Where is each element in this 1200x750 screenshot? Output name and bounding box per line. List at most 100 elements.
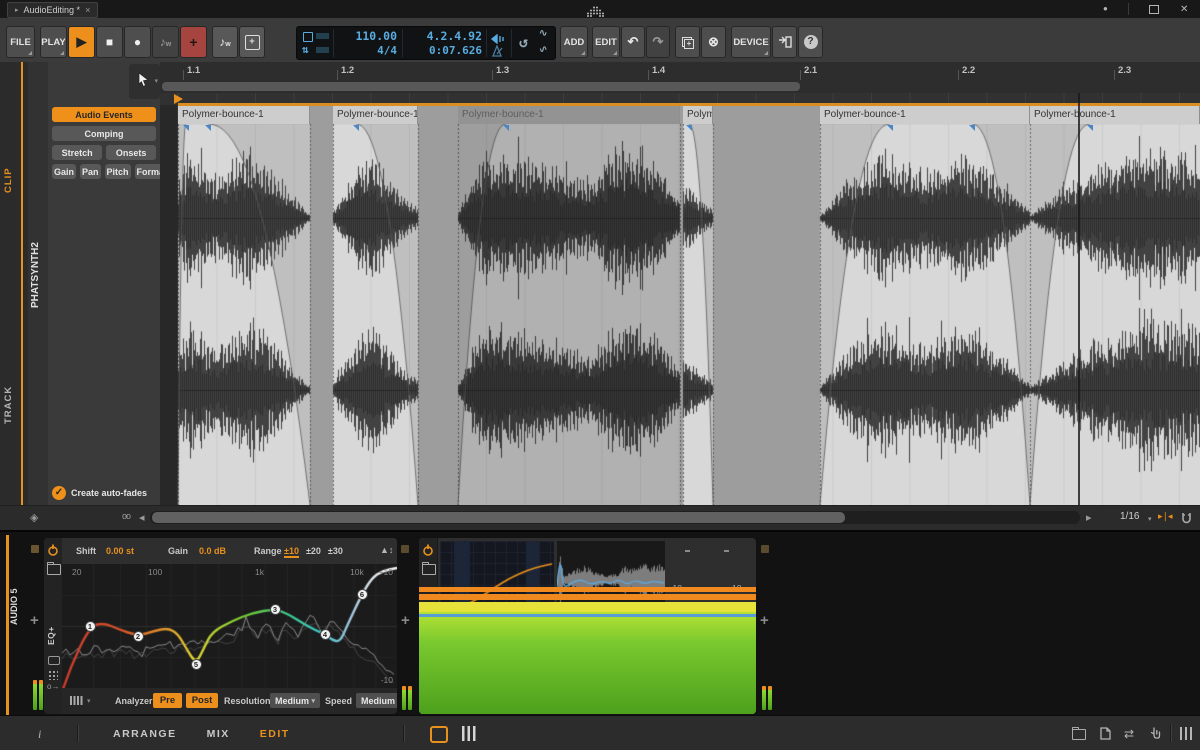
panel-button-pan[interactable]: Pan: [80, 164, 101, 179]
groove-toggle-icon[interactable]: [303, 32, 313, 42]
eq-device-name[interactable]: EQ+: [46, 616, 60, 656]
preset-folder-icon[interactable]: [47, 564, 61, 575]
panel-button-stretch[interactable]: Stretch: [52, 145, 102, 160]
scroll-left-icon[interactable]: ◂: [139, 511, 145, 524]
speed-dropdown[interactable]: Medium▾: [356, 693, 397, 708]
add-menu-button[interactable]: ADD: [560, 26, 588, 58]
tab-close-icon[interactable]: ×: [85, 5, 90, 15]
power-icon[interactable]: [422, 544, 434, 556]
info-icon[interactable]: i: [38, 727, 41, 742]
eq-node-3[interactable]: 3: [270, 604, 281, 615]
fade-in-handle[interactable]: [887, 125, 893, 131]
help-button[interactable]: ?: [798, 26, 823, 58]
clip-header[interactable]: Polymer-bounce-1: [333, 106, 418, 124]
auto-fades-row[interactable]: ✓ Create auto-fades: [52, 486, 160, 502]
auto-fades-checkbox[interactable]: ✓: [52, 486, 66, 500]
record-button[interactable]: ●: [124, 26, 151, 58]
power-icon[interactable]: [47, 544, 59, 556]
zoom-range-bar[interactable]: [162, 82, 800, 91]
scroll-right-icon[interactable]: ▸: [1086, 511, 1092, 524]
overdub-button[interactable]: +: [239, 26, 265, 58]
touch-mode-icon[interactable]: [1149, 727, 1161, 740]
duplicate-button[interactable]: +: [675, 26, 700, 58]
insert-device-button[interactable]: [772, 26, 797, 58]
shuffle-icon[interactable]: ⇅: [302, 43, 309, 56]
mixer-panel-icon[interactable]: [1180, 727, 1192, 740]
fade-out-handle[interactable]: [969, 125, 975, 131]
position-bars[interactable]: 4.2.4.92: [427, 29, 482, 43]
eq-node-2[interactable]: 2: [133, 631, 144, 642]
pointer-tool-button[interactable]: ▾: [129, 64, 160, 99]
clip-header[interactable]: Polymer-bounce-1: [820, 106, 1030, 124]
stop-button[interactable]: ■: [96, 26, 123, 58]
shift-value[interactable]: 0.00 st: [106, 546, 134, 556]
undo-button[interactable]: ↶: [621, 26, 645, 58]
range-option-±20[interactable]: ±20: [306, 546, 321, 558]
fade-in-handle[interactable]: [1087, 125, 1093, 131]
clip-tab[interactable]: CLIP: [3, 150, 19, 210]
io-swap-icon[interactable]: ⇄: [1124, 727, 1134, 741]
eq-node-6[interactable]: 6: [357, 589, 368, 600]
fade-out-handle[interactable]: [205, 125, 211, 131]
preset-folder-icon[interactable]: [422, 564, 436, 575]
track-name-label[interactable]: PHATSYNTH2: [30, 210, 47, 340]
position-time[interactable]: 0:07.626: [429, 44, 482, 57]
analyzer-caret-icon[interactable]: ▾: [87, 697, 91, 705]
panel-button-gain[interactable]: Gain: [52, 164, 76, 179]
range-option-±30[interactable]: ±30: [328, 546, 343, 558]
scrollbar-thumb[interactable]: [152, 512, 845, 523]
clip-header[interactable]: Polymer-bounce-1: [1030, 106, 1200, 124]
punch-record-button[interactable]: +: [180, 26, 207, 58]
range-option-±10[interactable]: ±10: [284, 546, 299, 558]
add-device-after-button[interactable]: +: [760, 612, 769, 629]
analyzer-post-button[interactable]: Post: [186, 693, 218, 708]
clip-automation-write-button[interactable]: ♪w: [212, 26, 238, 58]
time-signature[interactable]: 4/4: [377, 44, 397, 57]
clip-header[interactable]: Polymer-bounce-1: [178, 106, 310, 124]
remote-display-icon[interactable]: [48, 656, 60, 665]
separator-state-square[interactable]: [761, 545, 769, 553]
edit-menu-button[interactable]: EDIT: [592, 26, 620, 58]
eq-node-4[interactable]: 4: [320, 629, 331, 640]
device-track-label[interactable]: AUDIO 5: [9, 562, 25, 652]
expand-params-icon[interactable]: [48, 670, 58, 680]
track-state-square[interactable]: [31, 545, 39, 553]
redo-button[interactable]: ↷: [646, 26, 670, 58]
resolution-dropdown[interactable]: Medium▾: [270, 693, 320, 708]
waveform-canvas[interactable]: [160, 105, 1200, 505]
add-device-middle-button[interactable]: +: [401, 612, 410, 629]
delete-button[interactable]: ⊗: [701, 26, 726, 58]
clip-header[interactable]: Polymer-: [683, 106, 713, 124]
link-icon[interactable]: o-o: [122, 511, 129, 521]
clip-header[interactable]: Polymer-bounce-1: [458, 106, 680, 124]
crossfade-curve-icon[interactable]: ∿: [539, 43, 547, 54]
panel-button-onsets[interactable]: Onsets: [106, 145, 156, 160]
play-menu-button[interactable]: PLAY: [40, 26, 67, 58]
mapping-icon[interactable]: o→: [47, 682, 59, 691]
loop-toggle-icon[interactable]: ↺: [519, 33, 528, 51]
track-tab[interactable]: TRACK: [3, 375, 19, 435]
inspector-panel-icon[interactable]: [1100, 727, 1111, 740]
fade-in-handle[interactable]: [503, 125, 509, 131]
analyzer-mode-icon[interactable]: [70, 696, 84, 705]
automation-write-button[interactable]: ♪w: [152, 26, 179, 58]
snap-icon[interactable]: ▸❘◂: [1158, 511, 1172, 522]
panel-button-comping[interactable]: Comping: [52, 126, 156, 141]
file-menu-button[interactable]: FILE: [6, 26, 35, 58]
horizontal-scrollbar[interactable]: [150, 511, 1080, 524]
eq-node-1[interactable]: 1: [85, 621, 96, 632]
tempo-value[interactable]: 110.00: [355, 29, 397, 43]
launcher-view-icon[interactable]: [462, 726, 476, 741]
magnet-icon[interactable]: [1180, 512, 1193, 525]
document-tab[interactable]: ▸ AudioEditing * ×: [7, 2, 98, 18]
shuffle-amount-bar[interactable]: [316, 47, 329, 53]
play-button[interactable]: ▶: [68, 26, 95, 58]
eq-node-5[interactable]: 5: [191, 659, 202, 670]
gain-value[interactable]: 0.0 dB: [199, 546, 226, 556]
eq-curve-canvas[interactable]: [62, 564, 397, 688]
tempo-field[interactable]: 110.00 4/4: [335, 27, 399, 59]
close-window-button[interactable]: ✕: [1180, 4, 1188, 15]
analyzer-pre-button[interactable]: Pre: [153, 693, 182, 708]
add-device-before-button[interactable]: +: [30, 612, 39, 629]
layered-editing-icon[interactable]: ◈: [30, 511, 38, 524]
